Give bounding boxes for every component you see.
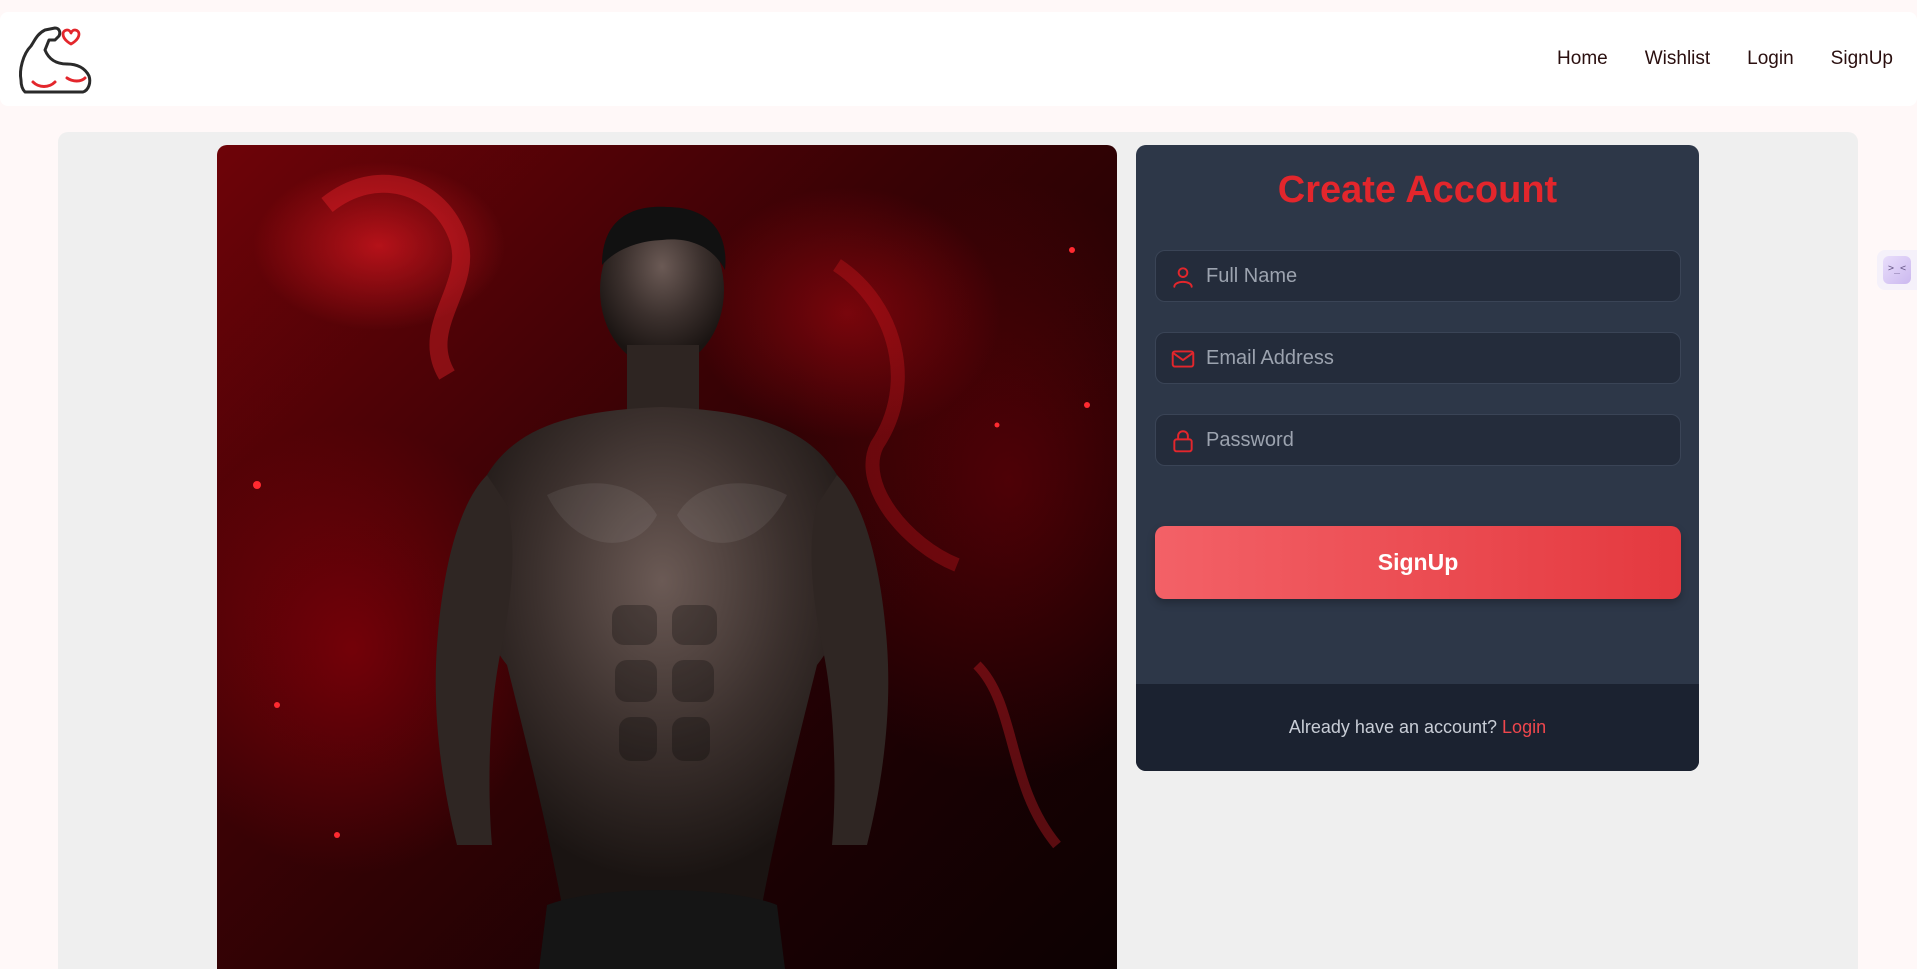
email-input[interactable] (1206, 333, 1666, 383)
assistant-face-icon: >_< (1883, 256, 1911, 284)
nav-wishlist-link[interactable]: Wishlist (1645, 48, 1710, 70)
nav-links: Home Wishlist Login SignUp (1557, 12, 1893, 106)
card-footer: Already have an account? Login (1136, 684, 1699, 771)
password-field (1155, 414, 1681, 466)
envelope-icon (1171, 350, 1195, 368)
full-name-field (1155, 250, 1681, 302)
email-field (1155, 332, 1681, 384)
navbar: Home Wishlist Login SignUp (0, 12, 1917, 106)
signup-button[interactable]: SignUp (1155, 526, 1681, 599)
nav-login-link[interactable]: Login (1747, 48, 1794, 70)
athlete-silhouette (253, 174, 1090, 969)
hero-image (217, 145, 1117, 969)
nav-signup-link[interactable]: SignUp (1831, 48, 1893, 70)
user-icon (1173, 267, 1193, 288)
flexed-arm-heart-icon[interactable] (15, 20, 95, 100)
full-name-input[interactable] (1206, 251, 1666, 301)
login-link[interactable]: Login (1502, 717, 1546, 738)
form-title: Create Account (1277, 169, 1558, 211)
lock-icon (1173, 430, 1193, 453)
signup-card: Create Account SignUp Already have an ac… (1136, 145, 1699, 771)
footer-text: Already have an account? (1288, 717, 1498, 737)
side-assistant-widget[interactable]: >_< (1877, 250, 1917, 290)
password-input[interactable] (1206, 415, 1666, 465)
nav-home-link[interactable]: Home (1557, 48, 1608, 70)
